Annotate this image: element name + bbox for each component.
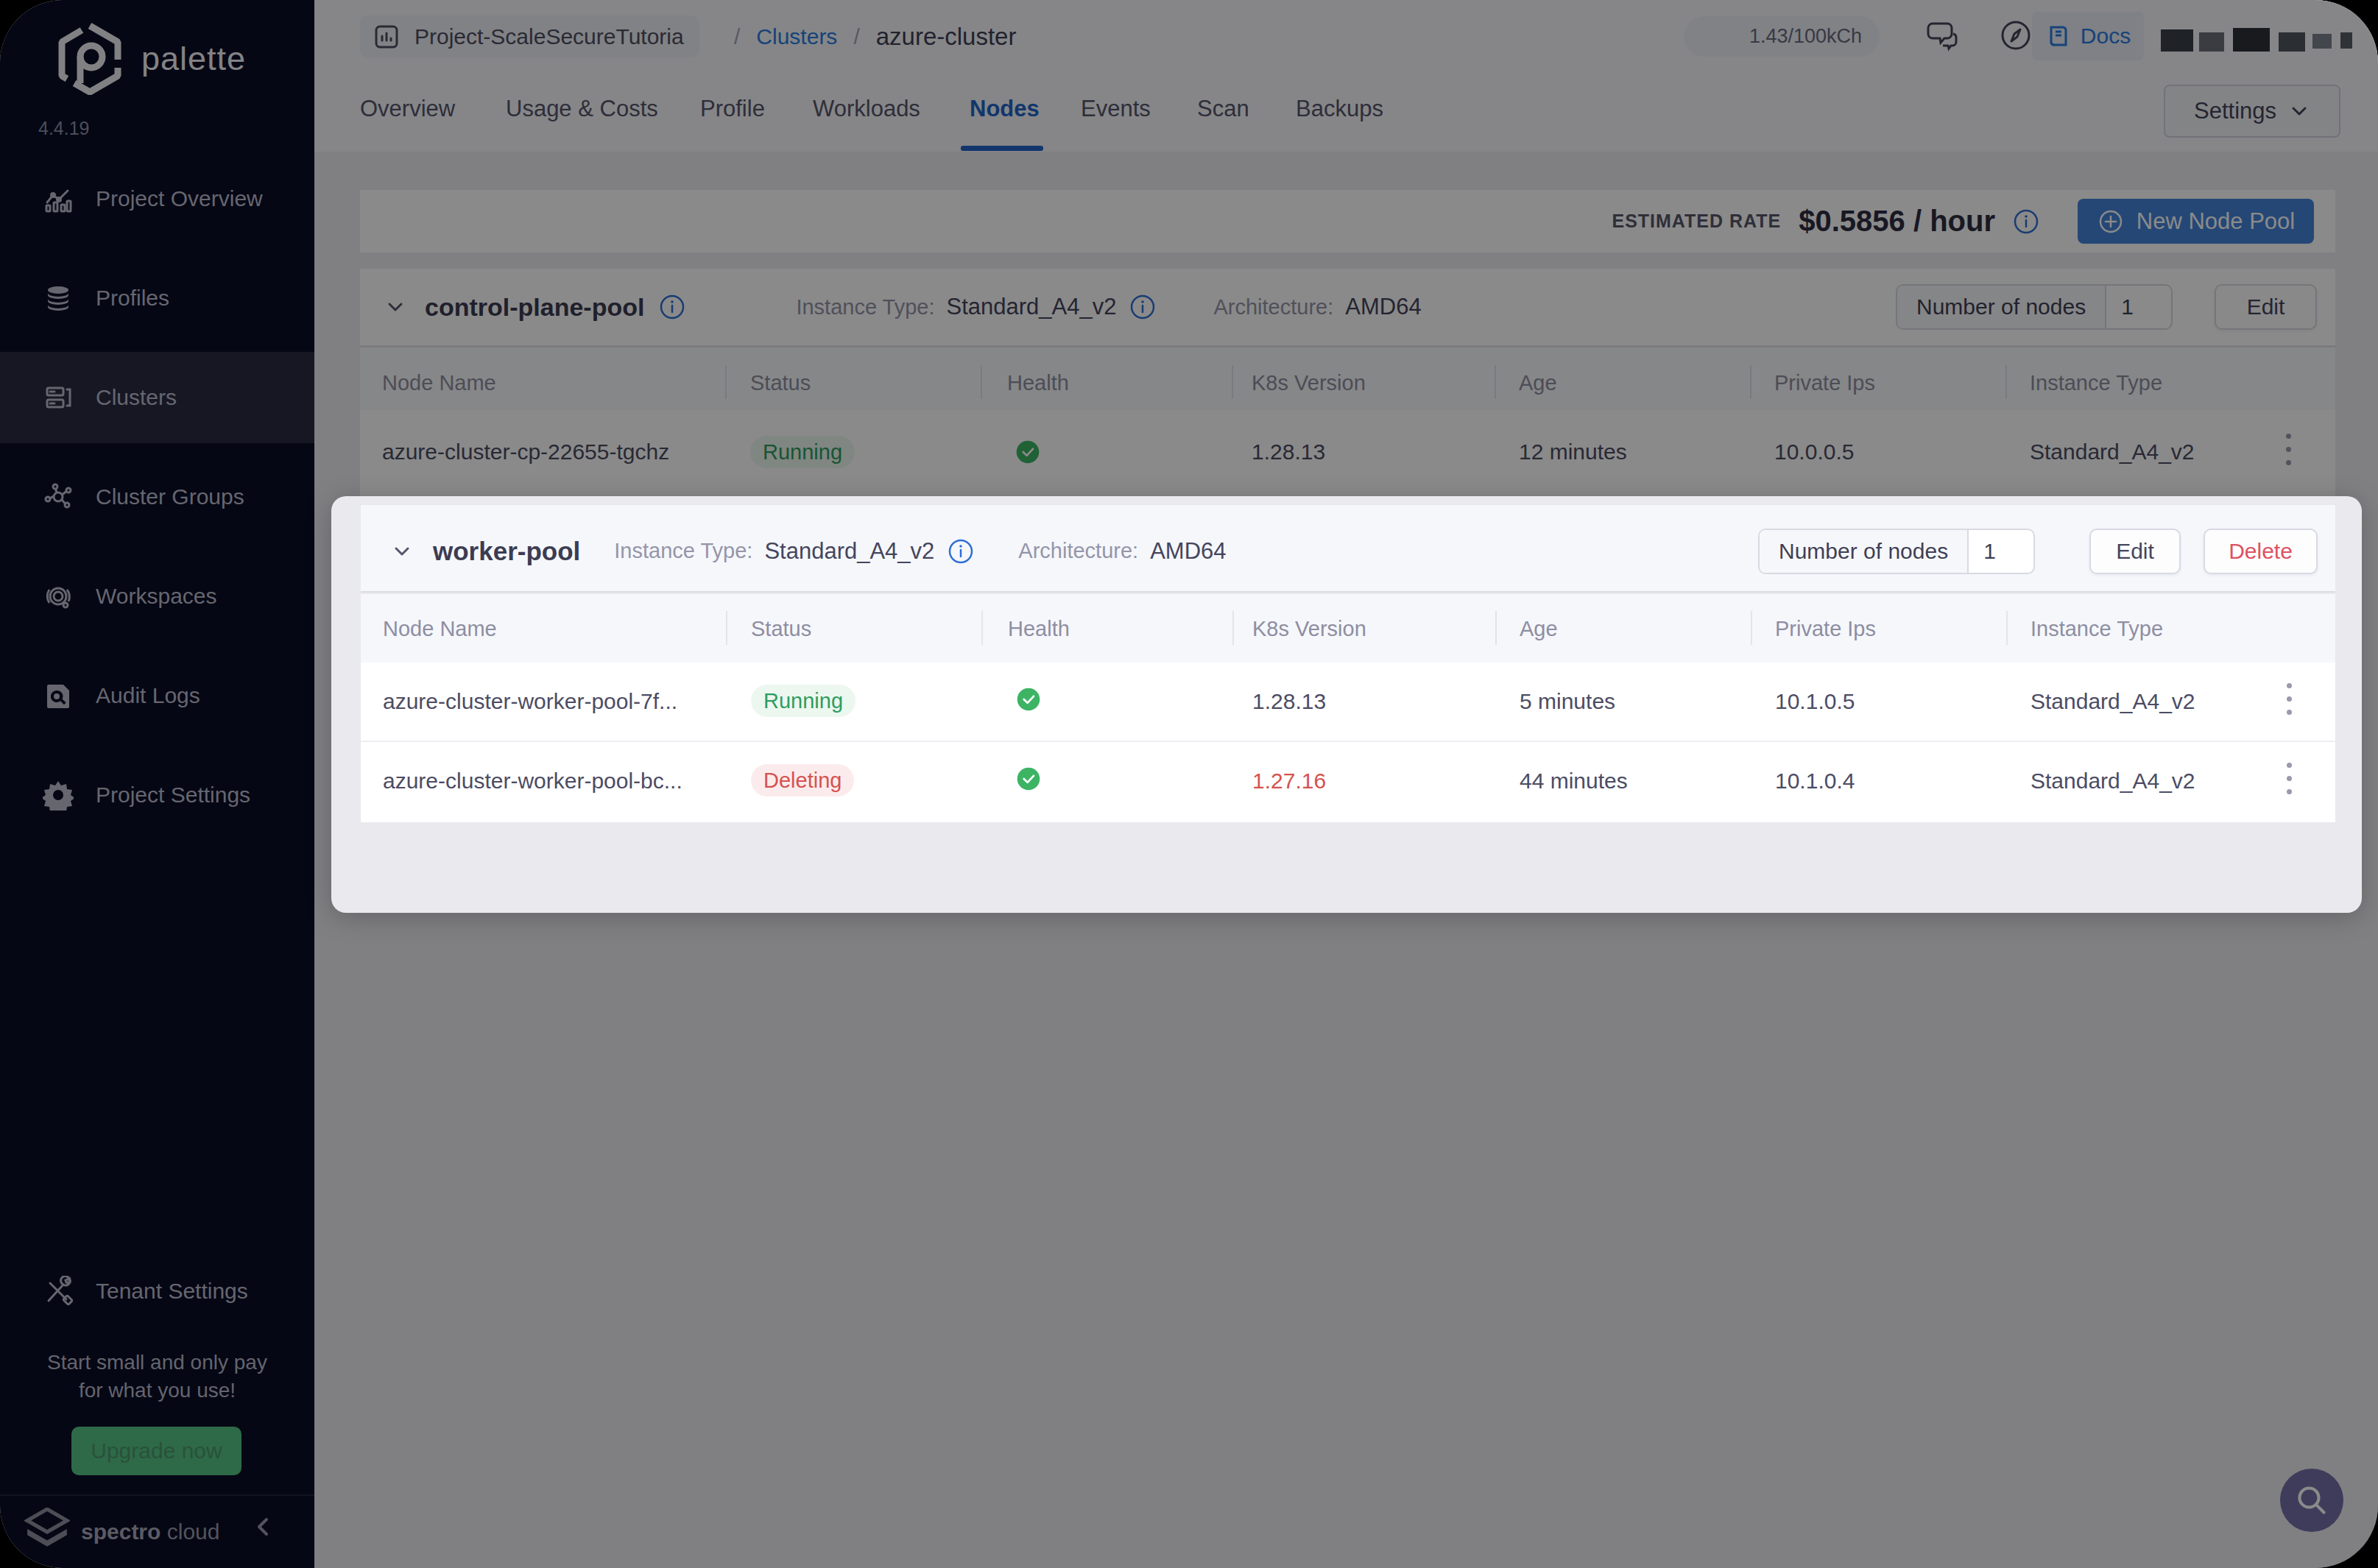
app-window: palette 4.4.19 Project Overview Profiles…: [0, 0, 2378, 1568]
cell-node-name: azure-cluster-worker-pool-7f...: [383, 689, 677, 714]
architecture-label: Architecture:: [1018, 539, 1138, 563]
number-of-nodes-label: Number of nodes: [1760, 530, 1969, 573]
col-instance-type: Instance Type: [2031, 617, 2163, 641]
instance-type-label: Instance Type:: [614, 539, 752, 563]
table-row[interactable]: azure-cluster-worker-pool-7f... Running …: [361, 663, 2335, 742]
worker-pool-header-row: worker-pool Instance Type: Standard_A4_v…: [361, 505, 2335, 591]
architecture-value: AMD64: [1150, 538, 1226, 565]
pool-name: worker-pool: [433, 537, 580, 566]
cell-instance-type: Standard_A4_v2: [2031, 769, 2195, 794]
instance-type-value: Standard_A4_v2: [764, 538, 934, 565]
cell-node-name: azure-cluster-worker-pool-bc...: [383, 769, 682, 794]
worker-table-header: Node Name Status Health K8s Version Age …: [361, 594, 2335, 663]
table-row[interactable]: azure-cluster-worker-pool-bc... Deleting…: [361, 742, 2335, 822]
row-menu-button[interactable]: [2287, 763, 2293, 802]
health-ok-icon: [1017, 688, 1040, 711]
status-badge: Running: [751, 685, 855, 717]
collapse-pool-icon[interactable]: [389, 538, 415, 565]
col-private-ips: Private Ips: [1775, 617, 1876, 641]
cell-k8s-version-alert: 1.27.16: [1252, 769, 1326, 794]
cell-instance-type: Standard_A4_v2: [2031, 689, 2195, 714]
number-of-nodes-group: Number of nodes 1: [1758, 529, 2035, 574]
cell-private-ip: 10.1.0.5: [1775, 689, 1855, 714]
col-node-name: Node Name: [383, 617, 497, 641]
worker-pool-card: worker-pool Instance Type: Standard_A4_v…: [331, 496, 2362, 913]
delete-pool-button[interactable]: Delete: [2204, 529, 2318, 574]
cell-age: 5 minutes: [1520, 689, 1615, 714]
worker-pool-header: worker-pool Instance Type: Standard_A4_v…: [361, 505, 2335, 593]
number-of-nodes-input[interactable]: 1: [1969, 530, 2033, 573]
col-health: Health: [1008, 617, 1070, 641]
col-k8s-version: K8s Version: [1252, 617, 1366, 641]
status-badge: Deleting: [751, 764, 854, 797]
cell-k8s-version: 1.28.13: [1252, 689, 1326, 714]
row-menu-button[interactable]: [2287, 683, 2293, 723]
edit-pool-button[interactable]: Edit: [2089, 529, 2181, 574]
cell-private-ip: 10.1.0.4: [1775, 769, 1855, 794]
instance-info-icon[interactable]: [948, 538, 974, 565]
health-ok-icon: [1017, 767, 1040, 791]
col-age: Age: [1520, 617, 1558, 641]
worker-pool-panel: worker-pool Instance Type: Standard_A4_v…: [361, 505, 2335, 822]
col-status: Status: [751, 617, 811, 641]
cell-age: 44 minutes: [1520, 769, 1628, 794]
